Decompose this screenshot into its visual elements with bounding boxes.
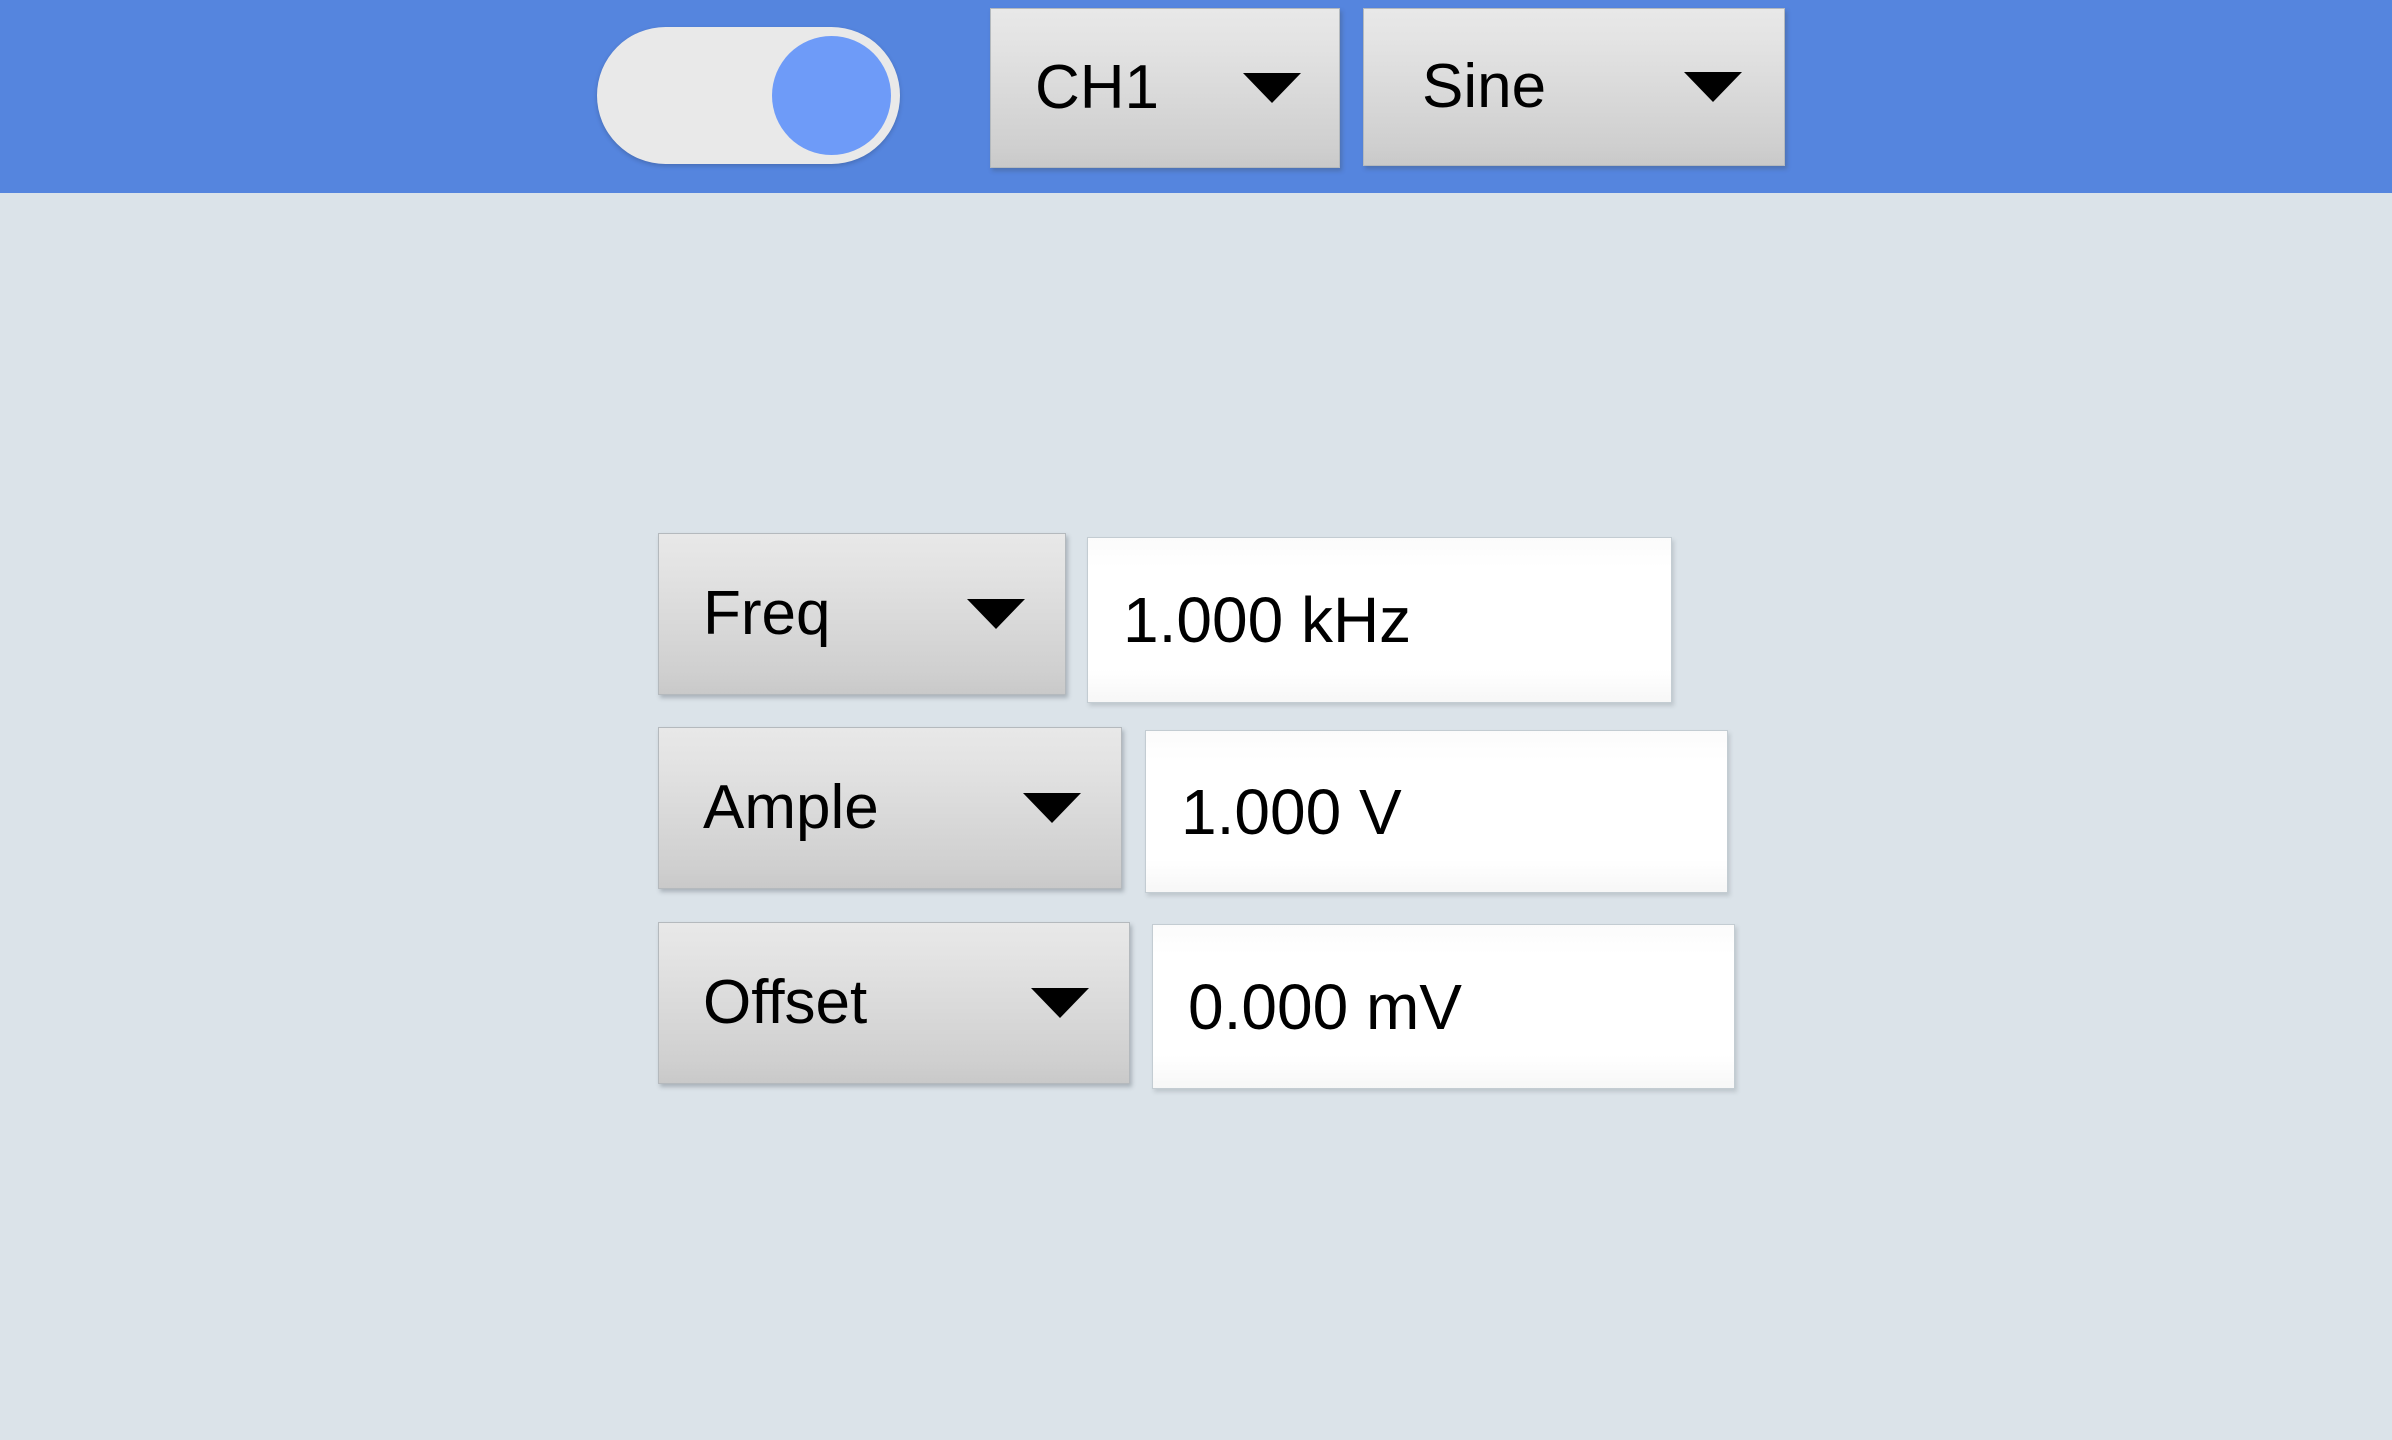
chevron-down-icon <box>1031 988 1089 1018</box>
parameter-value-ample[interactable]: 1.000 V <box>1145 730 1728 893</box>
header-bar: CH1 Sine <box>0 0 2392 193</box>
chevron-down-icon <box>1684 72 1742 102</box>
waveform-selector-button[interactable]: Sine <box>1363 8 1785 166</box>
chevron-down-icon <box>967 599 1025 629</box>
waveform-selector-label: Sine <box>1422 52 1547 121</box>
chevron-down-icon <box>1023 793 1081 823</box>
toggle-thumb <box>772 36 891 155</box>
parameter-label-freq: Freq <box>703 579 831 648</box>
parameter-label-offset: Offset <box>703 968 868 1037</box>
chevron-down-icon <box>1243 73 1301 103</box>
parameter-selector-offset[interactable]: Offset <box>658 922 1130 1084</box>
output-enable-toggle[interactable] <box>597 27 900 164</box>
parameter-selector-freq[interactable]: Freq <box>658 533 1066 695</box>
parameter-selector-ample[interactable]: Ample <box>658 727 1122 889</box>
parameter-value-freq[interactable]: 1.000 kHz <box>1087 537 1672 703</box>
parameter-value-offset[interactable]: 0.000 mV <box>1152 924 1735 1089</box>
channel-selector-button[interactable]: CH1 <box>990 8 1340 168</box>
channel-selector-label: CH1 <box>1035 53 1160 122</box>
parameter-label-ample: Ample <box>703 773 879 842</box>
